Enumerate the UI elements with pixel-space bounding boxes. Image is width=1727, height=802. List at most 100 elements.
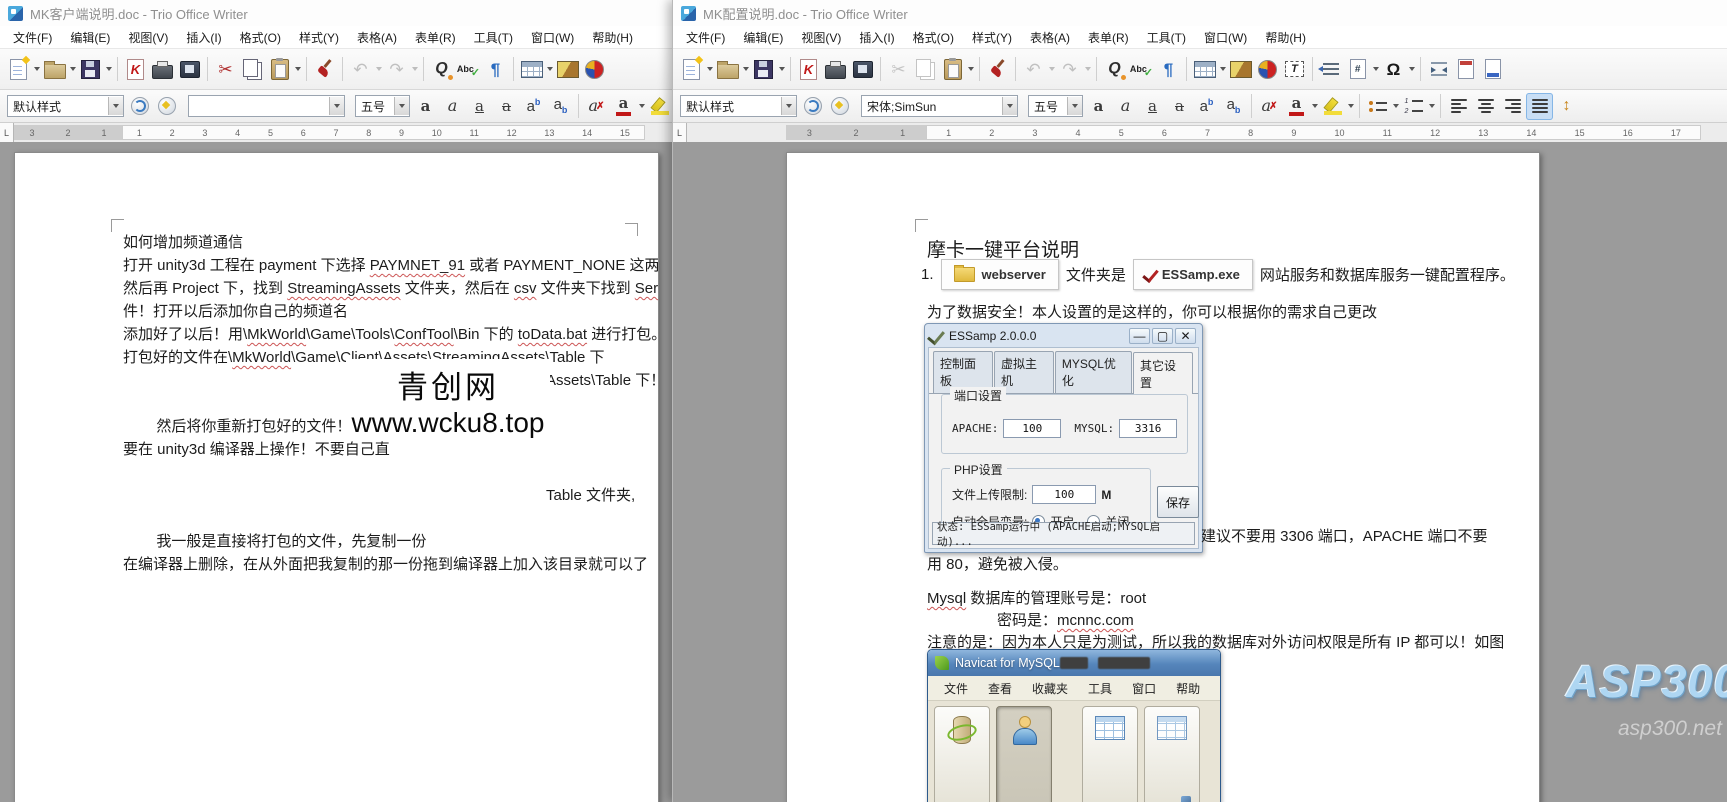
open-dropdown[interactable]	[68, 56, 77, 83]
font-name-select[interactable]: 宋体;SimSun	[861, 95, 1018, 117]
clone-formatting-button[interactable]	[311, 56, 338, 83]
italic-button[interactable]: a	[1112, 93, 1139, 120]
new-style-button[interactable]	[826, 93, 853, 120]
print-preview-button[interactable]	[176, 56, 203, 83]
insert-text-box-button[interactable]: T	[1281, 56, 1308, 83]
highlight-dropdown[interactable]	[1346, 93, 1355, 120]
navicat-menu-item[interactable]: 查看	[978, 680, 1022, 697]
strikethrough-button[interactable]: a	[493, 93, 520, 120]
new-style-button[interactable]	[153, 93, 180, 120]
find-replace-button[interactable]: Q	[1101, 56, 1128, 83]
insert-footer-button[interactable]	[1479, 56, 1506, 83]
menu-item[interactable]: 表格(A)	[348, 27, 406, 48]
style-select-arrow[interactable]	[108, 97, 123, 115]
cut-button-disabled[interactable]: ✂	[885, 56, 912, 83]
menu-item[interactable]: 工具(T)	[465, 27, 522, 48]
special-character-dropdown[interactable]	[1407, 56, 1416, 83]
menu-item[interactable]: 插入(I)	[850, 27, 903, 48]
title-bar[interactable]: MK客户端说明.doc - Trio Office Writer	[0, 0, 672, 26]
clear-formatting-button[interactable]: a ✗	[1256, 93, 1283, 120]
find-replace-button[interactable]: Q	[428, 56, 455, 83]
print-button[interactable]	[149, 56, 176, 83]
redo-dropdown[interactable]	[410, 56, 419, 83]
insert-image-button[interactable]	[554, 56, 581, 83]
font-size-select[interactable]: 五号	[1028, 95, 1083, 117]
insert-table-button[interactable]	[1191, 56, 1218, 83]
size-select-arrow[interactable]	[394, 97, 409, 115]
apache-port-input[interactable]: 100	[1003, 419, 1062, 438]
navicat-menu-item[interactable]: 工具	[1078, 680, 1122, 697]
line-spacing-button[interactable]: ↕	[1553, 93, 1580, 120]
table-dropdown[interactable]	[1218, 56, 1227, 83]
paragraph-style-select[interactable]: 默认样式	[680, 95, 797, 117]
update-style-button[interactable]	[799, 93, 826, 120]
insert-page-break-button[interactable]	[1425, 56, 1452, 83]
navicat-menu-item[interactable]: 收藏夹	[1022, 680, 1078, 697]
document-page[interactable]: 如何增加频道通信 打开 unity3d 工程在 payment 下选择 PAYM…	[14, 152, 659, 802]
menu-item[interactable]: 文件(F)	[677, 27, 734, 48]
size-select-arrow[interactable]	[1067, 97, 1082, 115]
paragraph-style-select[interactable]: 默认样式	[7, 95, 124, 117]
tab-mysql-optimize[interactable]: MYSQL优化	[1054, 351, 1133, 393]
superscript-button[interactable]: ab	[1193, 93, 1220, 120]
new-document-button[interactable]	[5, 56, 32, 83]
redo-button[interactable]: ↷	[383, 56, 410, 83]
update-style-button[interactable]	[126, 93, 153, 120]
menu-item[interactable]: 窗口(W)	[1195, 27, 1256, 48]
undo-dropdown[interactable]	[374, 56, 383, 83]
font-color-button[interactable]: a	[1283, 93, 1310, 120]
navicat-menu-item[interactable]: 帮助	[1166, 680, 1210, 697]
bold-button[interactable]: a	[412, 93, 439, 120]
menu-item[interactable]: 表格(A)	[1021, 27, 1079, 48]
table-button[interactable]	[1082, 706, 1138, 802]
menu-item[interactable]: 样式(Y)	[963, 27, 1021, 48]
font-name-select[interactable]	[188, 95, 345, 117]
insert-special-character-button[interactable]: Ω	[1380, 56, 1407, 83]
undo-button[interactable]: ↶	[1020, 56, 1047, 83]
spellcheck-button[interactable]: Abc ✓	[455, 56, 482, 83]
open-button[interactable]	[714, 56, 741, 83]
subscript-button[interactable]: ab	[1220, 93, 1247, 120]
insert-page-number-button[interactable]: #	[1344, 56, 1371, 83]
align-right-button[interactable]	[1499, 93, 1526, 120]
menu-item[interactable]: 格式(O)	[904, 27, 963, 48]
bullet-list-button[interactable]	[1364, 93, 1391, 120]
font-color-button[interactable]: a	[610, 93, 637, 120]
save-dropdown[interactable]	[104, 56, 113, 83]
print-button[interactable]	[822, 56, 849, 83]
highlight-button[interactable]	[1319, 93, 1346, 120]
menu-item[interactable]: 编辑(E)	[734, 27, 792, 48]
formatting-marks-button[interactable]: ¶	[482, 56, 509, 83]
horizontal-ruler[interactable]: L 321 1 2 3 4 5 6 7 8 9 10 11 12 13 14 15	[0, 123, 672, 144]
new-document-dropdown[interactable]	[705, 56, 714, 83]
numbered-list-button[interactable]: 1 2	[1400, 93, 1427, 120]
superscript-button[interactable]: ab	[520, 93, 547, 120]
view-button[interactable]	[1144, 706, 1200, 802]
menu-item[interactable]: 表单(R)	[406, 27, 465, 48]
tab-stop-selector[interactable]: L	[0, 123, 14, 142]
menu-item[interactable]: 视图(V)	[792, 27, 850, 48]
font-color-dropdown[interactable]	[637, 93, 646, 120]
menu-item[interactable]: 样式(Y)	[290, 27, 348, 48]
bold-button[interactable]: a	[1085, 93, 1112, 120]
clear-formatting-button[interactable]: a ✗	[583, 93, 610, 120]
close-button[interactable]: ✕	[1175, 327, 1196, 344]
highlight-button[interactable]	[646, 93, 672, 120]
navicat-menu-item[interactable]: 文件	[934, 680, 978, 697]
menu-item[interactable]: 窗口(W)	[522, 27, 583, 48]
font-select-arrow[interactable]	[1002, 97, 1017, 115]
bullet-list-dropdown[interactable]	[1391, 93, 1400, 120]
open-dropdown[interactable]	[741, 56, 750, 83]
subscript-button[interactable]: ab	[547, 93, 574, 120]
spellcheck-button[interactable]: Abc ✓	[1128, 56, 1155, 83]
tab-other-settings[interactable]: 其它设置	[1133, 352, 1193, 394]
strikethrough-button[interactable]: a	[1166, 93, 1193, 120]
menu-item[interactable]: 插入(I)	[177, 27, 230, 48]
insert-header-button[interactable]	[1452, 56, 1479, 83]
cut-button[interactable]: ✂	[212, 56, 239, 83]
menu-item[interactable]: 工具(T)	[1138, 27, 1195, 48]
table-dropdown[interactable]	[545, 56, 554, 83]
save-button[interactable]: 保存	[1157, 486, 1199, 518]
numbered-list-dropdown[interactable]	[1427, 93, 1436, 120]
font-select-arrow[interactable]	[329, 97, 344, 115]
